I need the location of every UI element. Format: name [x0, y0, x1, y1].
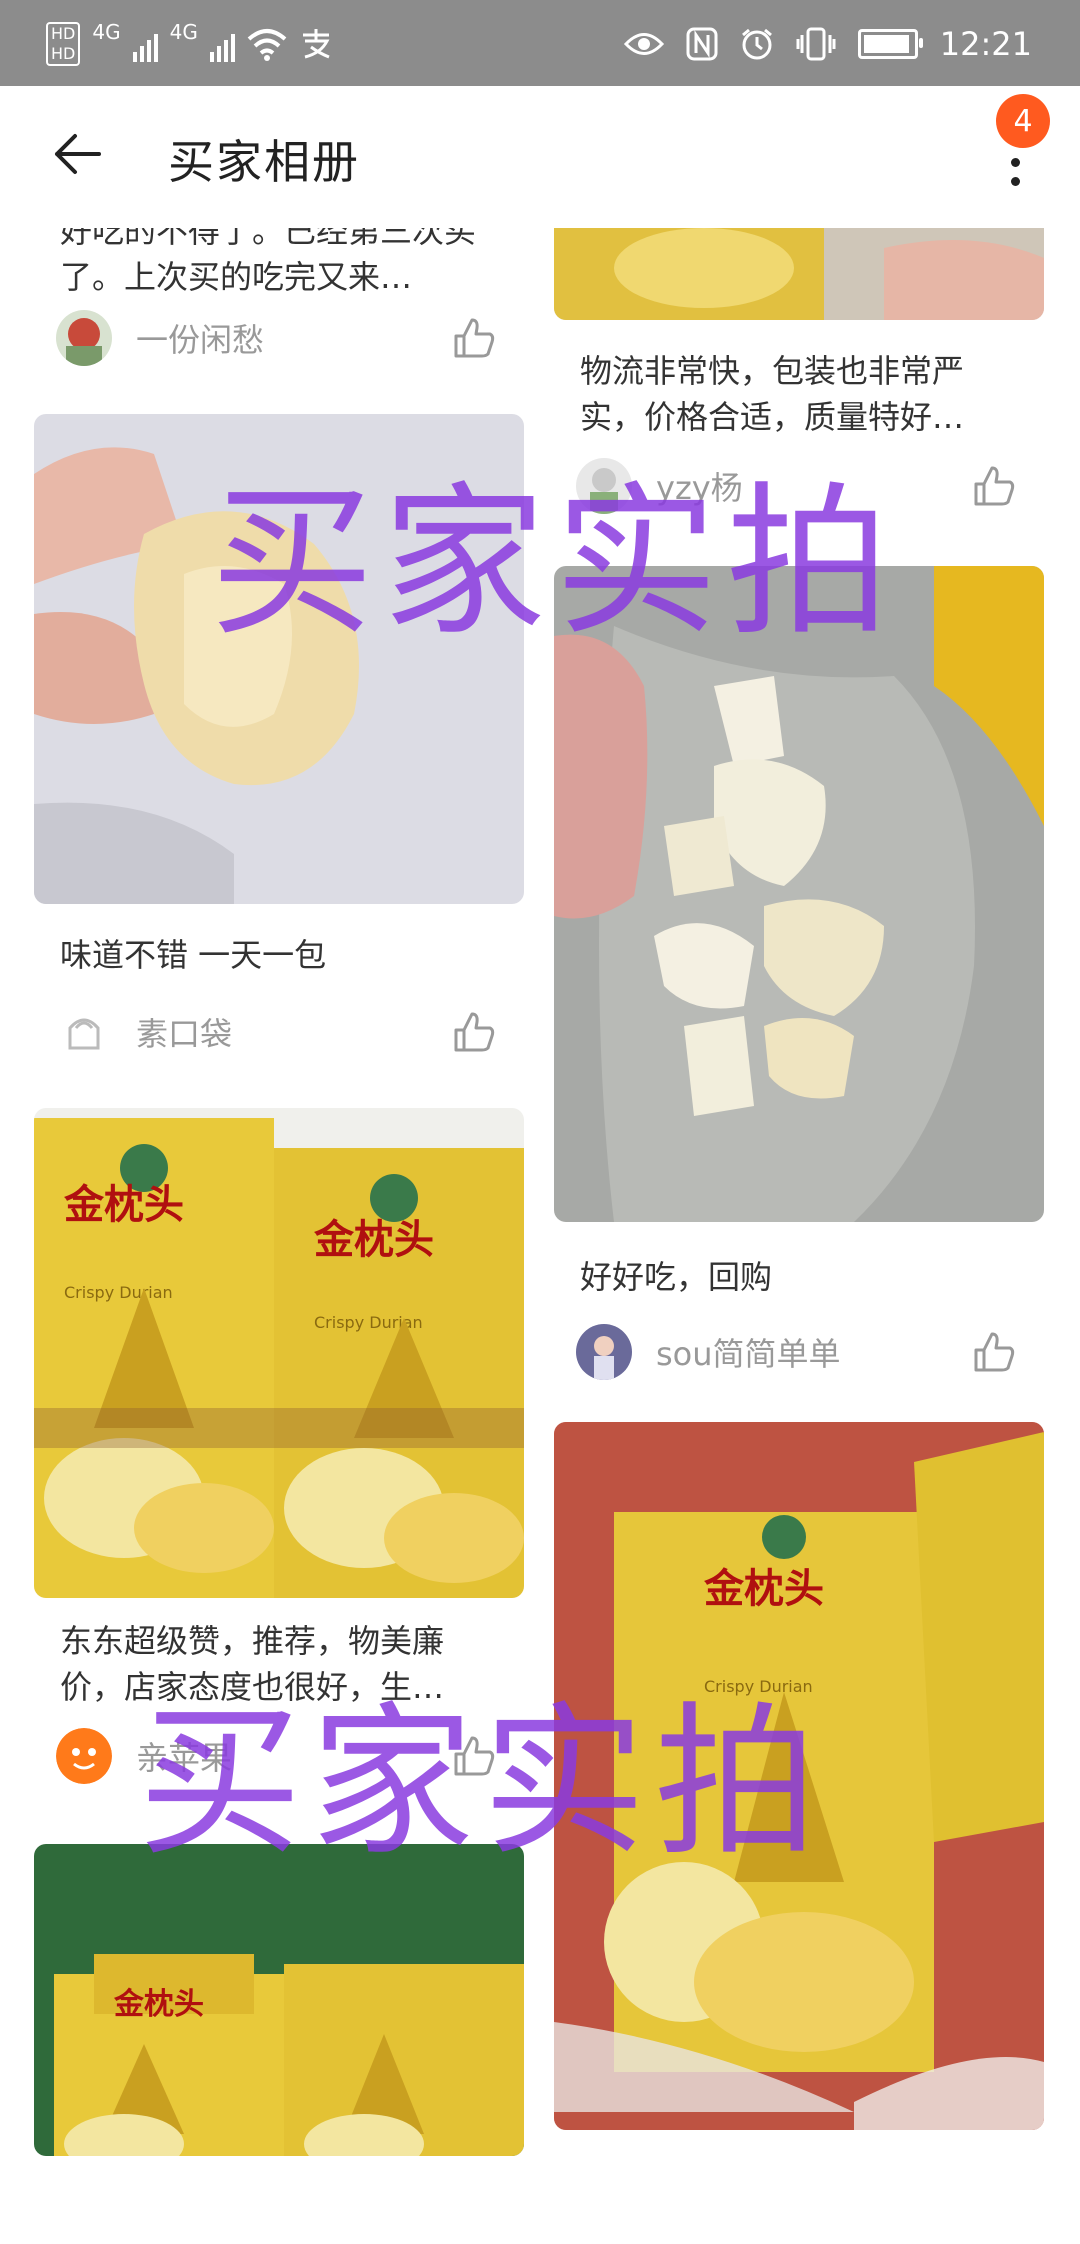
reviewer[interactable]: 一份闲愁 — [56, 308, 264, 368]
review-card[interactable]: 物流非常快，包装也非常严实，价格合适，质量特好… yzy杨 — [554, 228, 1044, 528]
status-bar: HD HD 4G 4G 12:21 — [0, 0, 1080, 86]
back-button[interactable] — [48, 124, 108, 184]
thumbs-up-icon[interactable] — [452, 1734, 496, 1778]
notification-badge: 4 — [996, 94, 1050, 148]
thumbs-up-icon[interactable] — [452, 316, 496, 360]
signal-icon — [132, 26, 158, 62]
review-photo[interactable]: 金枕头 金枕头 Crispy Durian Crispy Durian — [34, 1108, 524, 1598]
clock: 12:21 — [939, 25, 1032, 63]
review-photo[interactable] — [34, 414, 524, 904]
arrow-left-icon — [55, 134, 101, 174]
avatar — [56, 1728, 112, 1784]
nfc-icon — [686, 27, 718, 61]
sim1-network: 4G — [92, 20, 121, 44]
review-card[interactable]: 味道不错 一天一包 素口袋 — [34, 414, 524, 1074]
review-photo[interactable]: 金枕头 — [34, 1844, 524, 2156]
signal-icon — [209, 26, 235, 62]
photo-feed[interactable]: 好吃的不得了。已经第三次买了。上次买的吃完又来… 一份闲愁 味道不错 一天一包 … — [0, 228, 1080, 2244]
reviewer-name: sou简简单单 — [656, 1335, 841, 1373]
thumbs-up-icon[interactable] — [452, 1010, 496, 1054]
more-dot-icon — [1010, 177, 1020, 186]
review-caption: 味道不错 一天一包 — [60, 936, 327, 974]
battery-icon — [857, 29, 923, 59]
review-photo[interactable]: 金枕头 Crispy Durian — [554, 1422, 1044, 2130]
reviewer-name: 亲苹果 — [136, 1739, 233, 1777]
thumbs-up-icon[interactable] — [972, 1330, 1016, 1374]
reviewer[interactable]: 素口袋 — [56, 1002, 232, 1062]
page-title: 买家相册 — [168, 135, 360, 189]
app-bar: 买家相册 4 — [0, 86, 1080, 228]
pack-brand: 金枕头 — [313, 1216, 434, 1263]
vibrate-icon — [796, 27, 836, 61]
alarm-icon — [741, 28, 772, 60]
pack-subtitle: Crispy Durian — [64, 1283, 173, 1302]
hd-voice-icon: HD HD — [46, 22, 81, 66]
reviewer[interactable]: 亲苹果 — [56, 1726, 232, 1786]
review-caption: 好吃的不得了。已经第三次买了。上次买的吃完又来… — [60, 228, 477, 296]
reviewer-name: 一份闲愁 — [136, 321, 265, 359]
sim2-network: 4G — [169, 20, 198, 44]
review-card[interactable]: 金枕头 金枕头 Crispy Durian Crispy Durian 东东超级… — [34, 1108, 524, 1788]
pack-brand: 金枕头 — [703, 1565, 824, 1612]
avatar — [576, 458, 632, 514]
review-photo[interactable] — [554, 228, 1044, 320]
avatar — [56, 310, 112, 366]
thumbs-up-icon[interactable] — [972, 464, 1016, 508]
pack-brand: 金枕头 — [63, 1181, 184, 1228]
wifi-icon — [247, 29, 287, 61]
avatar — [576, 1324, 632, 1380]
review-card[interactable]: 金枕头 Crispy Durian — [554, 1422, 1044, 2132]
alipay-icon — [302, 29, 330, 59]
review-photo[interactable] — [554, 566, 1044, 1222]
more-dot-icon — [1010, 158, 1020, 167]
pack-subtitle: Crispy Durian — [704, 1677, 813, 1696]
eye-comfort-icon — [623, 33, 664, 55]
reviewer[interactable]: sou简简单单 — [576, 1322, 841, 1382]
review-card[interactable]: 金枕头 — [34, 1844, 524, 2244]
review-caption: 东东超级赞，推荐，物美廉价，店家态度也很好，生… — [60, 1622, 445, 1706]
avatar — [56, 1004, 112, 1060]
reviewer-name: 素口袋 — [136, 1015, 233, 1053]
review-caption: 好好吃，回购 — [580, 1258, 773, 1296]
review-card[interactable]: 好好吃，回购 sou简简单单 — [554, 566, 1044, 1380]
reviewer[interactable]: yzy杨 — [576, 456, 743, 516]
pack-brand: 金枕头 — [113, 1987, 204, 2022]
review-caption: 物流非常快，包装也非常严实，价格合适，质量特好… — [580, 352, 965, 436]
reviewer-name: yzy杨 — [656, 469, 743, 507]
